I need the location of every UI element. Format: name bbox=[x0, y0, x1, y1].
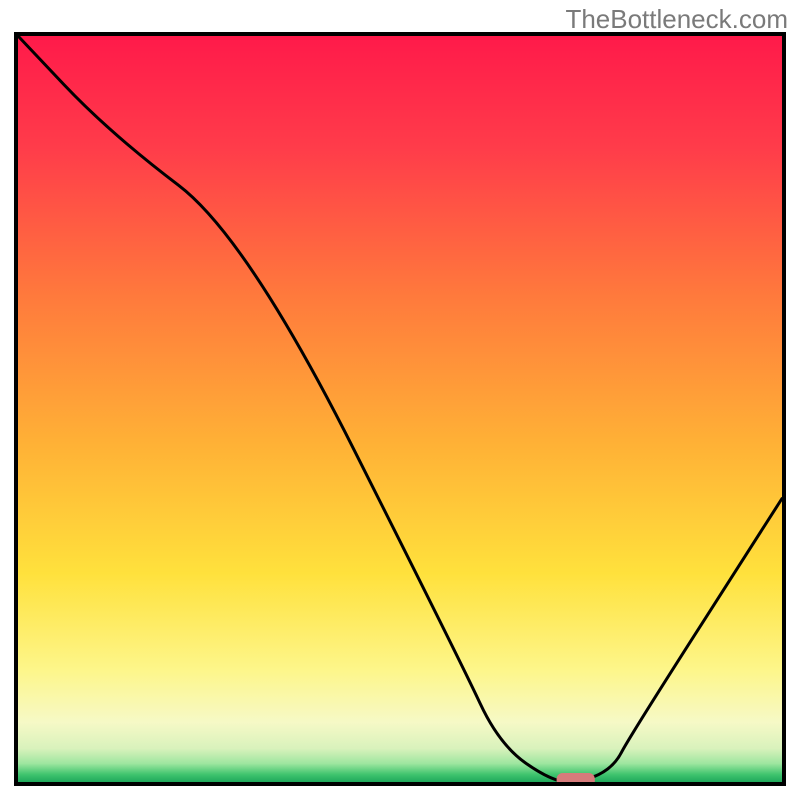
chart-container: TheBottleneck.com bbox=[0, 0, 800, 800]
chart-plot-area bbox=[18, 36, 782, 782]
chart-frame bbox=[14, 32, 786, 786]
bottleneck-chart bbox=[18, 36, 782, 782]
optimal-marker bbox=[557, 773, 595, 782]
watermark-text: TheBottleneck.com bbox=[565, 4, 788, 35]
